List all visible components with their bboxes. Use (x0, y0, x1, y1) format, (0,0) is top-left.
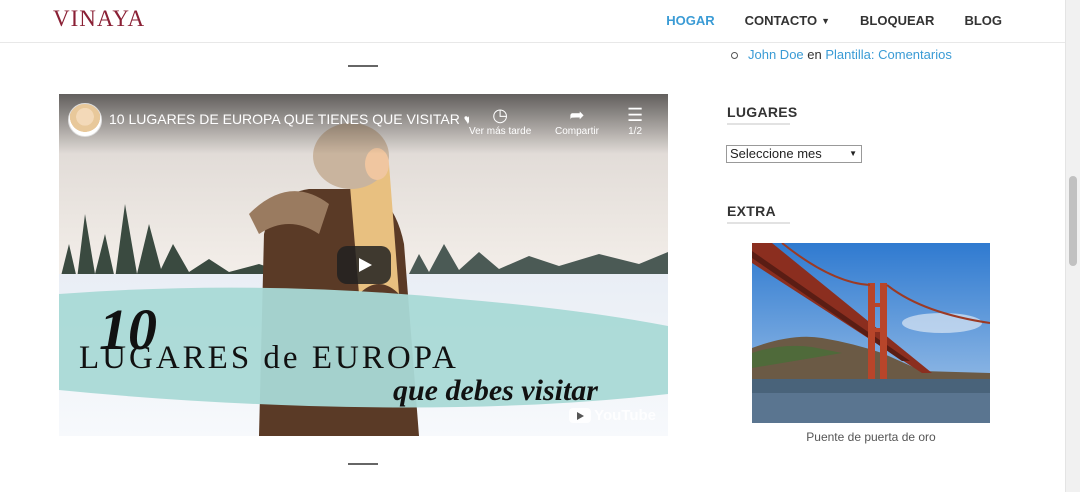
youtube-play-icon (569, 408, 592, 423)
clock-icon: ◷ (492, 105, 508, 125)
comment-connector: en (807, 47, 822, 62)
comment-post-link[interactable]: Plantilla: Comentarios (825, 47, 951, 62)
section-divider (348, 65, 378, 67)
channel-avatar[interactable] (68, 103, 102, 137)
playlist-button[interactable]: ☰ 1/2 (627, 104, 643, 137)
page-scrollbar[interactable] (1065, 0, 1080, 492)
video-title[interactable]: 10 LUGARES DE EUROPA QUE TIENES QUE VISI… (109, 111, 469, 127)
list-bullet (731, 52, 738, 60)
site-logo[interactable]: VINAYA (53, 6, 145, 32)
chevron-down-icon: ▼ (849, 149, 857, 158)
widget-title-lugares: LUGARES (727, 104, 798, 120)
nav-item-label: CONTACTO (744, 13, 818, 28)
golden-gate-image (752, 243, 990, 423)
archive-month-select[interactable]: Seleccione mes ▼ (726, 145, 862, 163)
image-caption: Puente de puerta de oro (806, 430, 936, 444)
recent-comment-item: John Doe en Plantilla: Comentarios (731, 47, 952, 62)
play-button[interactable] (337, 246, 391, 284)
nav-item-contacto[interactable]: CONTACTO ▼ (745, 13, 830, 28)
watch-later-button[interactable]: ◷ Ver más tarde (469, 104, 531, 137)
comment-author-link[interactable]: John Doe (748, 47, 804, 62)
nav-item-hogar[interactable]: HOGAR (666, 13, 714, 28)
share-label: Compartir (555, 126, 599, 137)
nav-item-label: HOGAR (666, 13, 715, 28)
thumbnail-headline: LUGARES de EUROPA (79, 340, 459, 376)
youtube-embed[interactable]: 10 LUGARES de EUROPA que debes visitar 1… (59, 94, 668, 436)
main-nav: HOGAR CONTACTO ▼ BLOQUEAR BLOG (636, 13, 1002, 28)
chevron-down-icon: ▼ (821, 15, 831, 26)
thumbnail-subheadline: que debes visitar (393, 374, 598, 407)
widget-title-underline (727, 123, 790, 125)
archive-select-value: Seleccione mes (730, 146, 822, 161)
playlist-counter: 1/2 (628, 126, 643, 137)
youtube-wordmark: YouTube (594, 407, 656, 424)
nav-item-label: BLOG (964, 13, 1002, 28)
nav-item-blog[interactable]: BLOG (964, 13, 1002, 28)
youtube-logo[interactable]: YouTube (569, 407, 656, 424)
widget-title-extra: EXTRA (727, 203, 776, 219)
section-divider (348, 463, 378, 465)
widget-title-underline (727, 222, 790, 224)
nav-item-label: BLOQUEAR (860, 13, 935, 28)
scrollbar-thumb[interactable] (1069, 176, 1077, 266)
share-icon: ➦ (569, 105, 585, 125)
watch-later-label: Ver más tarde (469, 126, 532, 137)
playlist-icon: ☰ (627, 105, 644, 125)
site-header: VINAYA HOGAR CONTACTO ▼ BLOQUEAR BLOG (0, 0, 1066, 43)
share-button[interactable]: ➦ Compartir (555, 104, 599, 137)
nav-item-bloquear[interactable]: BLOQUEAR (860, 13, 934, 28)
